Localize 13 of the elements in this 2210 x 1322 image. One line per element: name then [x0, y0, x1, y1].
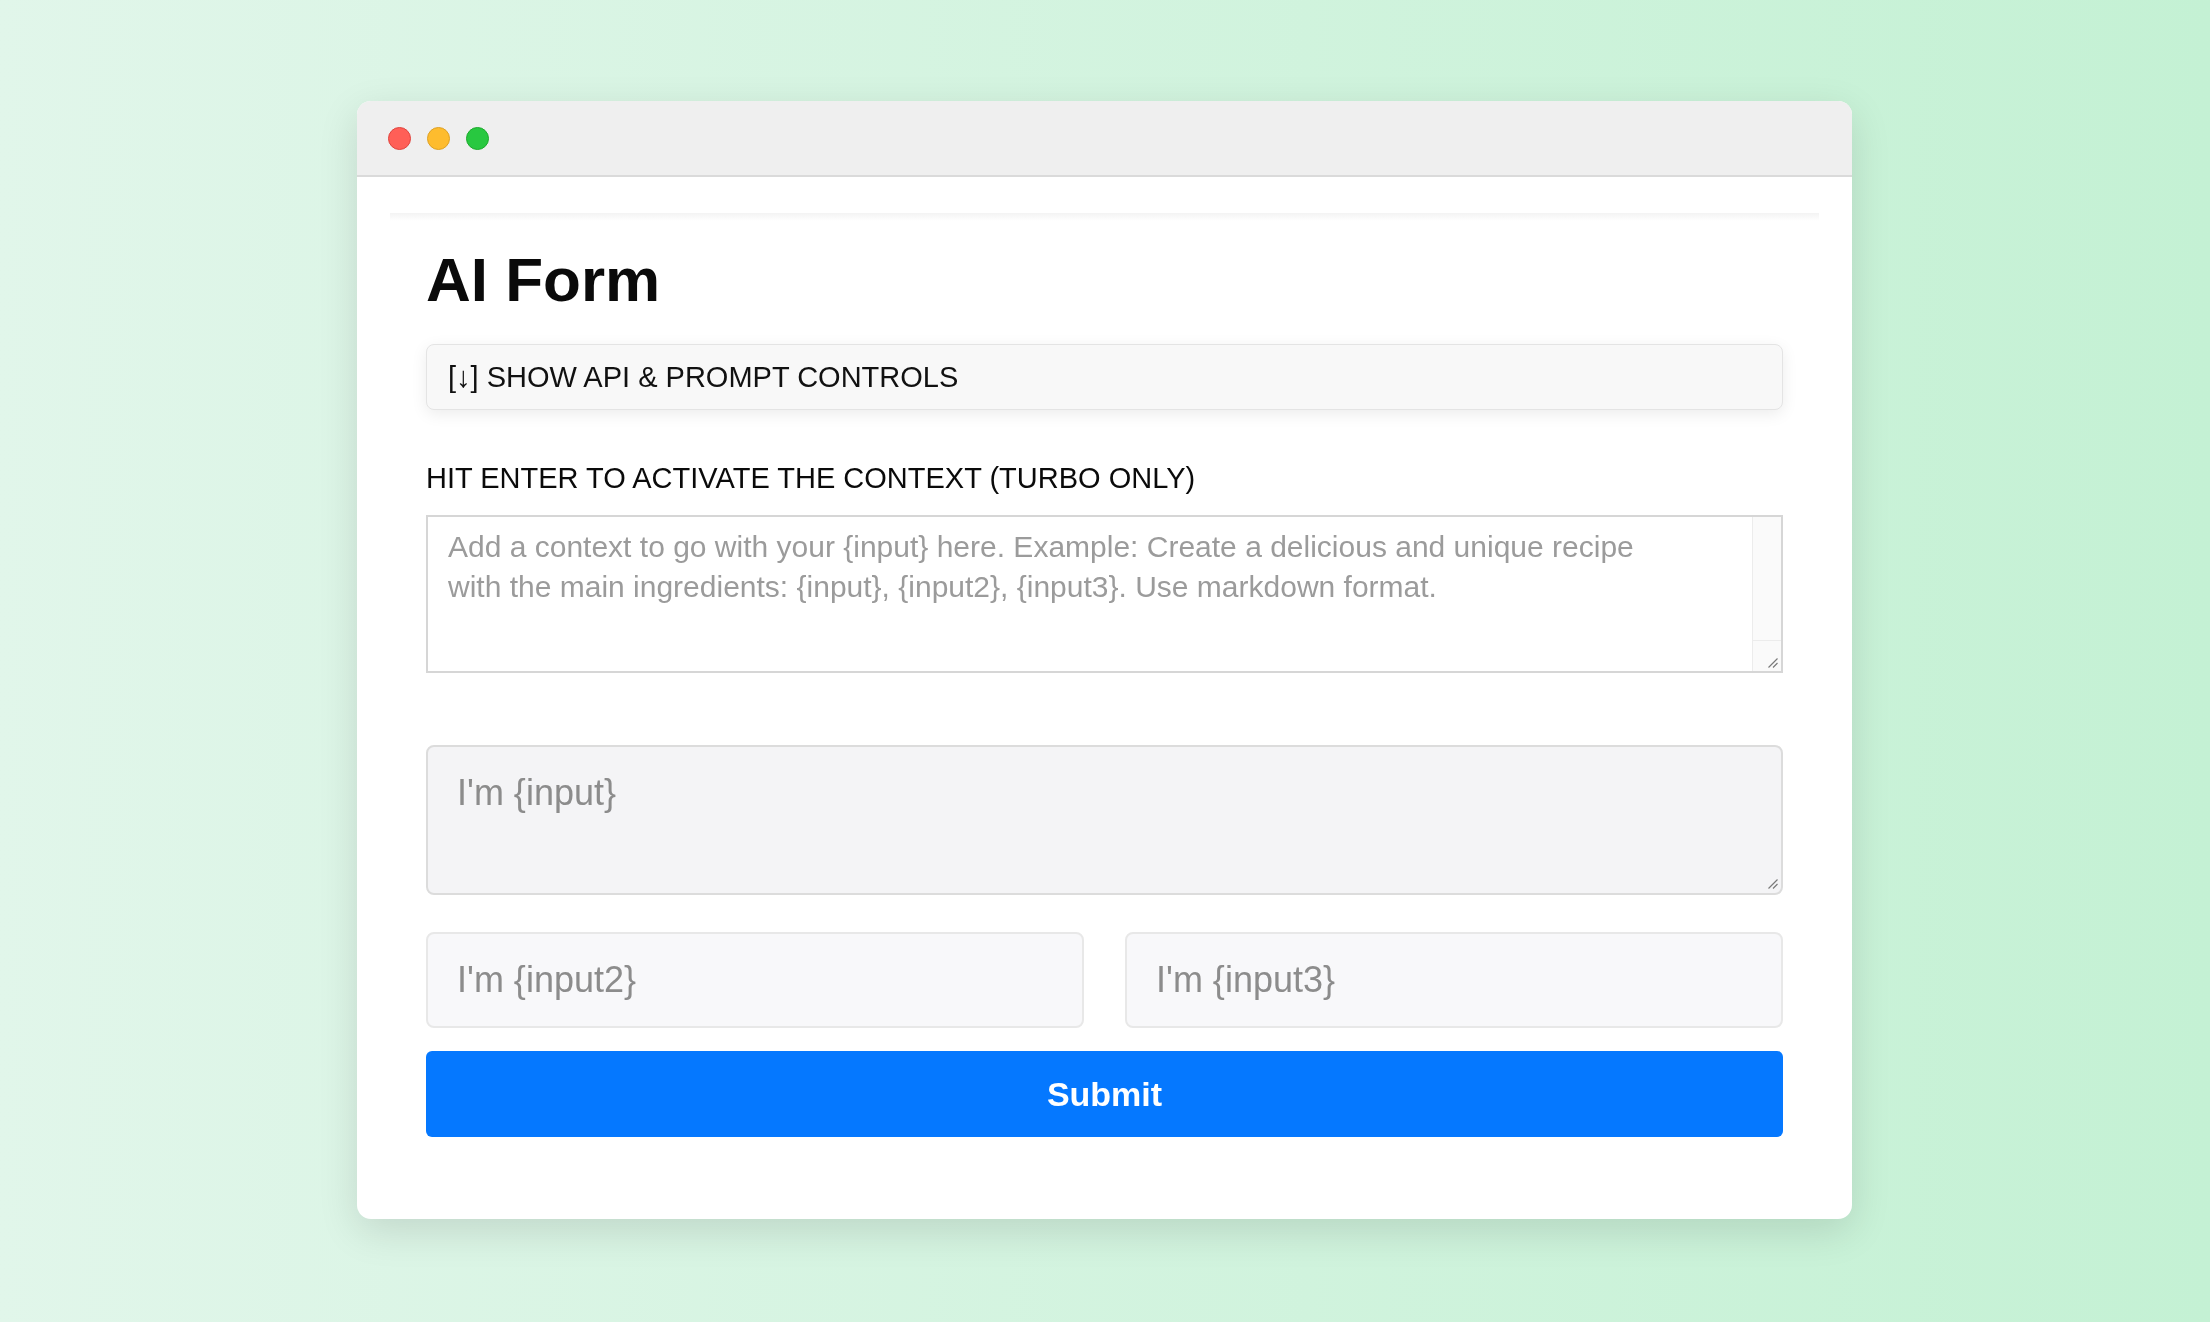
input-field[interactable]: I'm {input2} [426, 932, 1084, 1028]
input-field[interactable]: I'm {input3} [1125, 932, 1783, 1028]
show-controls-button[interactable]: [↓] SHOW API & PROMPT CONTROLS [426, 344, 1783, 410]
context-label: HIT ENTER TO ACTIVATE THE CONTEXT (TURBO ONLY) [426, 464, 1197, 493]
resize-grip-icon[interactable] [1768, 658, 1778, 668]
minimize-icon[interactable] [427, 126, 450, 150]
submit-button[interactable]: Submit [426, 1051, 1783, 1137]
context-field[interactable]: Add a context to go with your {input} here. Example: Create a delicious and unique recipe with the main ingredients: {input}, {input2}, {input3}. Use markdown format. [426, 515, 1783, 673]
resize-grip-icon[interactable] [1768, 879, 1778, 889]
zoom-icon[interactable] [466, 126, 489, 150]
input-field[interactable]: I'm {input} [426, 745, 1783, 895]
form-title: AI Form [426, 249, 662, 311]
close-icon[interactable] [388, 126, 411, 150]
